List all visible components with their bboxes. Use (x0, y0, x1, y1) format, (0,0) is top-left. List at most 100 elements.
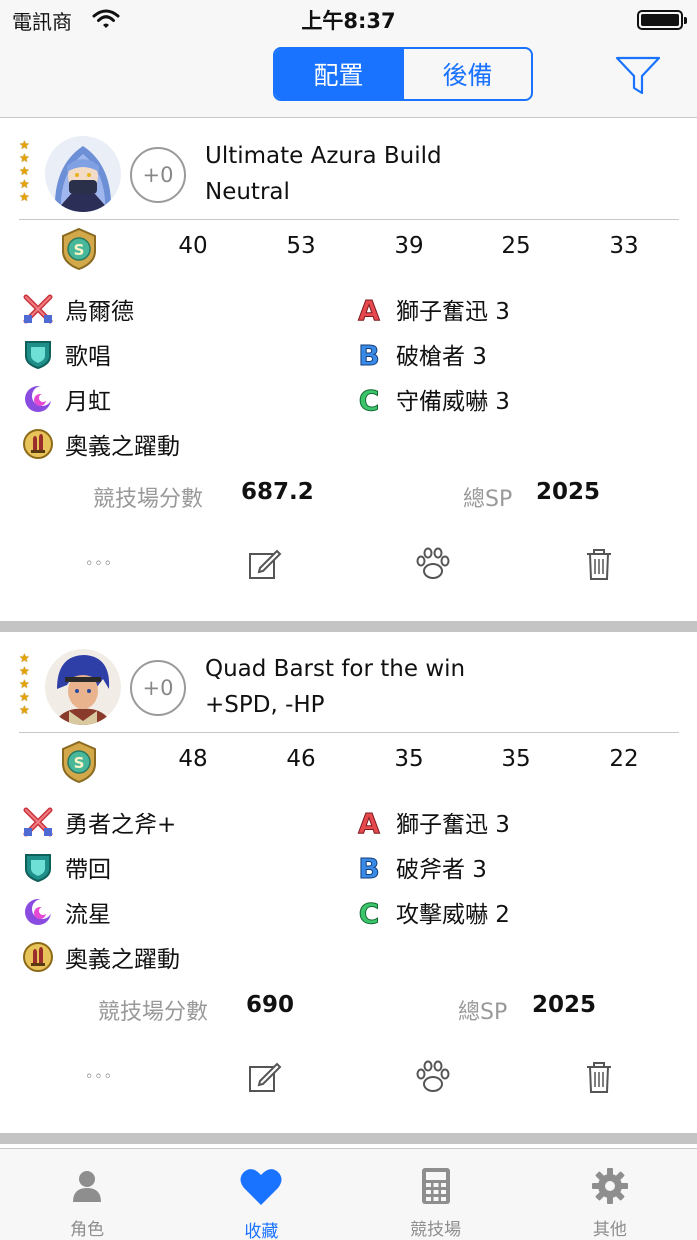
sp-total-label: 總SP (458, 1000, 508, 1025)
card-separator (0, 621, 697, 632)
special-skill: 流星 (22, 895, 111, 929)
more-options-button[interactable]: ◦◦◦ (79, 544, 119, 584)
c-skill-icon: C (353, 383, 385, 416)
a-skill-name: 獅子奮迅 3 (396, 299, 510, 325)
merge-count-badge[interactable]: +0 (130, 147, 186, 203)
sacred-seal-name: 奧義之躍動 (65, 947, 180, 973)
arena-score-value: 687.2 (241, 479, 314, 505)
edit-build-button[interactable] (244, 1057, 284, 1097)
segmented-control: 配置 後備 (273, 47, 533, 101)
edit-icon (249, 1062, 282, 1092)
delete-build-button[interactable] (579, 544, 619, 584)
navigation-bar: 配置 後備 (0, 40, 697, 118)
a-skill: A 獅子奮迅 3 (353, 292, 510, 326)
stat-atk: 53 (286, 233, 316, 259)
special-icon (22, 383, 54, 415)
b-skill-icon: B (353, 338, 385, 371)
weapon-skill: 烏爾德 (22, 292, 134, 326)
segment-reserve[interactable]: 後備 (402, 49, 531, 99)
assist-icon (22, 851, 54, 883)
build-card[interactable]: ★ ★ ★ ★ ★ +0 Ultimate Azura Build Neutral S … (0, 119, 697, 621)
stat-atk: 46 (286, 746, 316, 772)
rarity-stars-icon: ★ ★ ★ ★ ★ (19, 651, 30, 717)
build-name: Ultimate Azura Build (205, 143, 442, 169)
c-skill: C 攻擊威嚇 2 (353, 895, 510, 929)
special-name: 流星 (65, 902, 111, 928)
assist-skill: 帶回 (22, 850, 111, 884)
paw-icon (416, 1060, 450, 1092)
trash-icon (587, 549, 611, 580)
rarity-stars-icon: ★ ★ ★ ★ ★ (19, 138, 30, 204)
b-skill-icon: B (353, 851, 385, 884)
tab-other-label: 其他 (592, 1220, 627, 1240)
build-ivs: Neutral (205, 179, 290, 205)
svg-text:B: B (358, 852, 379, 883)
special-skill: 月虹 (22, 382, 111, 416)
svg-text:S: S (74, 754, 85, 772)
calculator-icon (414, 1167, 458, 1205)
special-name: 月虹 (65, 389, 111, 415)
svg-text:A: A (358, 294, 380, 325)
build-ivs: +SPD, -HP (205, 692, 325, 718)
tab-bar: 角色 收藏 競技場 其他 (0, 1148, 697, 1240)
weapon-icon (22, 806, 54, 838)
tab-favorites[interactable]: 收藏 (174, 1149, 348, 1240)
svg-text:A: A (358, 807, 380, 838)
tab-arena-label: 競技場 (410, 1220, 462, 1240)
svg-text:C: C (359, 384, 380, 415)
build-card[interactable]: ★ ★ ★ ★ ★ +0 Quad Barst for the win +SPD, -H… (0, 632, 697, 1134)
assist-icon (22, 338, 54, 370)
sacred-seal-skill: 奧義之躍動 (22, 427, 180, 461)
svg-text:B: B (358, 339, 379, 370)
b-skill: B 破槍者 3 (353, 337, 487, 371)
a-skill-name: 獅子奮迅 3 (396, 812, 510, 838)
hero-portrait-azura (45, 136, 121, 212)
build-name: Quad Barst for the win (205, 656, 466, 682)
tab-favorites-label: 收藏 (244, 1222, 279, 1240)
stat-res: 33 (609, 233, 639, 259)
paw-button[interactable] (413, 1057, 453, 1097)
delete-build-button[interactable] (579, 1057, 619, 1097)
trash-icon (587, 1062, 611, 1093)
more-icon: ◦◦◦ (85, 556, 113, 572)
stat-def: 35 (501, 746, 531, 772)
weapon-name: 勇者之斧+ (65, 812, 177, 838)
a-skill-icon: A (353, 293, 385, 326)
weapon-skill: 勇者之斧+ (22, 805, 176, 839)
segment-deployed[interactable]: 配置 (275, 49, 402, 99)
card-separator (0, 1133, 697, 1144)
edit-build-button[interactable] (244, 544, 284, 584)
special-icon (22, 896, 54, 928)
merge-count-badge[interactable]: +0 (130, 660, 186, 716)
sacred-seal-skill: 奧義之躍動 (22, 940, 180, 974)
stat-res: 22 (609, 746, 639, 772)
paw-button[interactable] (413, 544, 453, 584)
status-time: 上午8:37 (301, 9, 396, 33)
tab-other[interactable]: 其他 (523, 1149, 697, 1240)
battery-icon (637, 10, 687, 30)
filter-icon[interactable] (614, 55, 662, 97)
status-bar: 電訊商 上午8:37 (0, 0, 697, 40)
more-options-button[interactable]: ◦◦◦ (79, 1057, 119, 1097)
heart-icon (239, 1167, 283, 1207)
more-icon: ◦◦◦ (85, 1069, 113, 1085)
s-rank-badge-icon: S (59, 227, 99, 271)
sacred-seal-name: 奧義之躍動 (65, 434, 180, 460)
stat-hp: 40 (178, 233, 208, 259)
tab-heroes[interactable]: 角色 (0, 1149, 174, 1240)
card-divider (19, 219, 679, 220)
tab-arena[interactable]: 競技場 (349, 1149, 523, 1240)
sacred-seal-icon (22, 428, 54, 460)
sp-total-value: 2025 (536, 479, 601, 505)
hero-portrait-ike (45, 649, 121, 725)
arena-score-value: 690 (246, 992, 295, 1018)
person-icon (65, 1167, 109, 1205)
edit-icon (249, 549, 282, 579)
a-skill-icon: A (353, 806, 385, 839)
arena-score-label: 競技場分數 (98, 1000, 209, 1025)
svg-text:C: C (359, 897, 380, 928)
a-skill: A 獅子奮迅 3 (353, 805, 510, 839)
paw-icon (416, 547, 450, 579)
card-divider (19, 732, 679, 733)
svg-text:S: S (74, 241, 85, 259)
